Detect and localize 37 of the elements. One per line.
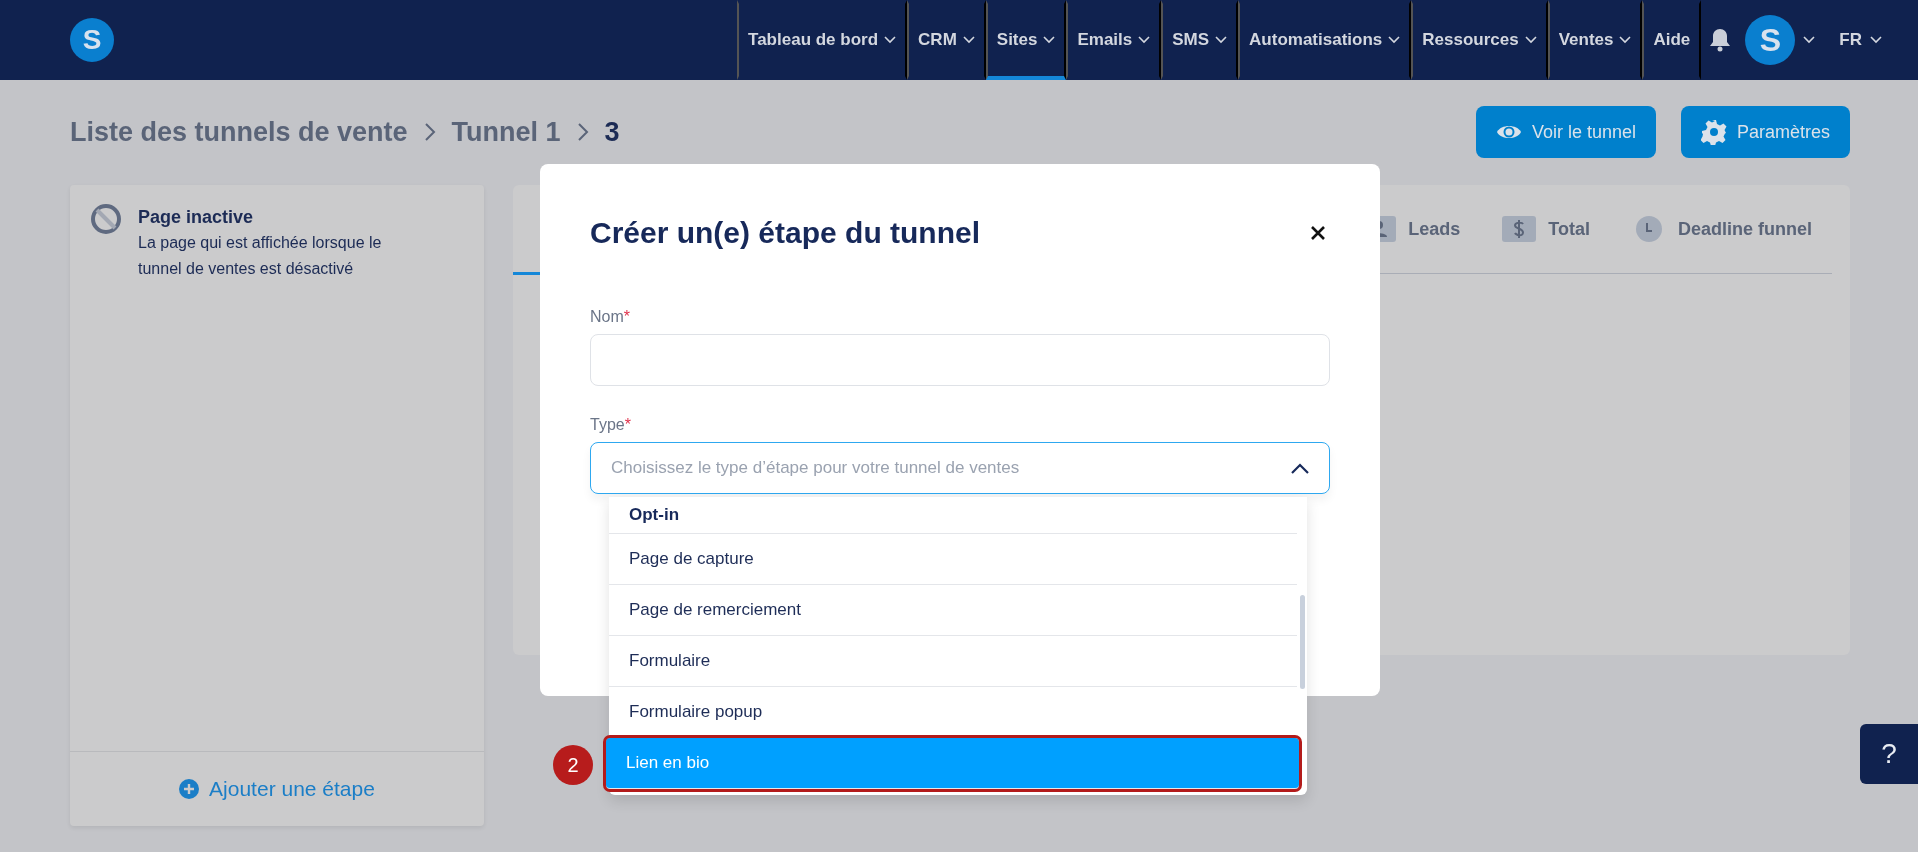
stats-tab[interactable]: Deadline funnel <box>1626 215 1818 243</box>
dropdown-option[interactable]: Formulaire <box>609 636 1297 687</box>
plus-icon <box>179 779 200 799</box>
gear-icon <box>1700 119 1727 145</box>
page-description: La page qui est affichée lorsque le tunnel de ventes est désactivé <box>138 233 383 279</box>
stats-tab[interactable]: Total <box>1496 215 1596 243</box>
breadcrumb-current: 3 <box>604 116 620 148</box>
nav-item[interactable]: SMS <box>1161 0 1239 80</box>
page-title[interactable]: Page inactive <box>138 207 408 228</box>
nav-item[interactable]: Aide <box>1642 0 1702 80</box>
nav-item[interactable]: Tableau de bord <box>737 0 908 80</box>
dropdown-option[interactable]: Page de remerciement <box>609 585 1297 636</box>
nav-item[interactable]: Ventes <box>1547 0 1643 80</box>
dialog-title: Créer un(e) étape du tunnel <box>590 216 981 250</box>
chevron-right-icon <box>423 122 436 142</box>
scrollbar-thumb[interactable] <box>1300 595 1305 689</box>
chevron-up-icon <box>1291 462 1309 474</box>
input-field[interactable] <box>590 334 1330 386</box>
nav-item[interactable]: Automatisations <box>1238 0 1412 80</box>
bell-icon <box>1709 28 1732 52</box>
language-selector[interactable]: FR <box>1833 29 1888 51</box>
nav-item[interactable]: Ressources <box>1411 0 1548 80</box>
caret-icon[interactable] <box>1803 36 1816 44</box>
help-button[interactable]: ? <box>1860 724 1918 784</box>
dollar-icon <box>1502 216 1537 242</box>
field-label: Type* <box>590 416 632 434</box>
step-badge: 2 <box>553 745 593 785</box>
nav-item[interactable]: CRM <box>907 0 986 80</box>
field-label: Nom* <box>590 308 631 326</box>
chevron-right-icon <box>576 122 589 142</box>
option-group-header: Opt-in <box>609 497 1297 534</box>
nav-item[interactable]: Sites <box>985 0 1067 80</box>
close-icon[interactable] <box>1310 225 1326 241</box>
nav-item[interactable]: Emails <box>1066 0 1162 80</box>
prohibited-icon <box>90 203 122 235</box>
caret-icon <box>1870 36 1882 44</box>
dropdown-option[interactable]: Page de capture <box>609 534 1297 585</box>
